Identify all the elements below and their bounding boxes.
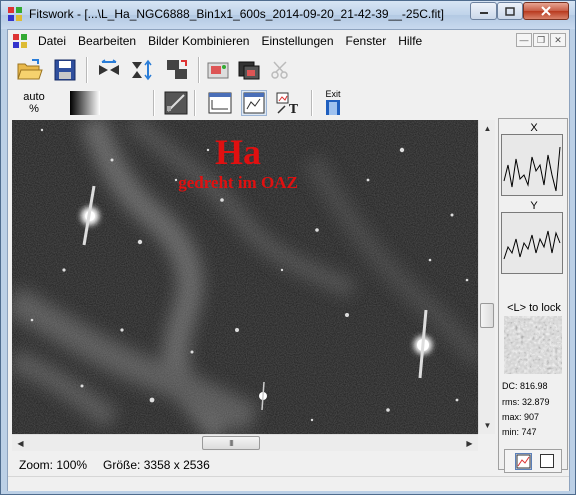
main-toolbar (8, 52, 569, 88)
flip-horizontal-button[interactable] (96, 57, 122, 83)
auto-unit: % (29, 103, 39, 115)
exit-door-icon (326, 100, 340, 115)
y-profile-label: Y (530, 200, 538, 212)
exit-label: Exit (325, 89, 341, 99)
toolbar-separator (86, 57, 88, 83)
flip-vertical-button[interactable] (130, 57, 156, 83)
zoom-status: Zoom: 100% (19, 458, 88, 472)
title-bar[interactable]: Fitswork - [...\L_Ha_NGC6888_Bin1x1_600s… (1, 1, 575, 29)
histogram-view-button[interactable] (515, 453, 532, 470)
save-disk-icon (54, 59, 76, 81)
toolbar-separator (194, 90, 196, 116)
vertical-scroll-thumb[interactable] (480, 303, 494, 328)
x-profile-graph (503, 146, 561, 192)
profile-panel: X Y <L> to lock DC: 816.98 rms: 32.879 m… (498, 118, 568, 470)
overlay-subtitle: gedreht im OAZ (178, 173, 298, 192)
minimize-button[interactable] (470, 2, 497, 20)
menu-bearbeiten[interactable]: Bearbeiten (72, 34, 142, 48)
exit-button[interactable]: Exit (320, 89, 346, 117)
menu-fenster[interactable]: Fenster (340, 34, 393, 48)
rotate-icon (167, 60, 187, 79)
y-profile-graph (503, 230, 561, 260)
menu-bar: Datei Bearbeiten Bilder Kombinieren Eins… (8, 30, 569, 52)
mdi-minimize-button[interactable]: — (516, 33, 532, 47)
scroll-left-arrow-icon[interactable]: ◀ (12, 435, 29, 452)
image-view-icon (516, 454, 531, 469)
image-size-status: Größe: 3358 x 2536 (103, 458, 210, 472)
stat-min: min: 747 (502, 427, 537, 437)
window-title: Fitswork - [...\L_Ha_NGC6888_Bin1x1_600s… (29, 7, 444, 21)
histogram-tool-button[interactable] (163, 90, 189, 116)
mdi-restore-button[interactable]: ❐ (533, 33, 549, 47)
screenshot-button[interactable] (205, 57, 231, 83)
rotate-button[interactable] (164, 57, 190, 83)
window-bottom-strip (8, 476, 569, 491)
toolbar-separator (153, 90, 155, 116)
flip-horizontal-icon (99, 59, 119, 75)
status-bar: Zoom: 100% Größe: 3358 x 2536 (8, 454, 498, 476)
x-profile-label: X (530, 122, 538, 134)
scroll-down-arrow-icon[interactable]: ▼ (479, 417, 496, 434)
y-profile-plot (501, 212, 563, 274)
document-icon[interactable] (12, 33, 28, 49)
minimize-icon (479, 12, 488, 14)
scissors-icon (271, 61, 288, 79)
fitswork-app-icon (8, 7, 22, 21)
image-copy-button[interactable] (236, 57, 262, 83)
menu-bilder-kombinieren[interactable]: Bilder Kombinieren (142, 34, 255, 48)
stat-rms: rms: 32.879 (502, 397, 550, 407)
camera-icon (207, 62, 229, 79)
menu-einstellungen[interactable]: Einstellungen (255, 34, 339, 48)
image-window-icon (208, 92, 232, 114)
minimize-icon: — (519, 35, 529, 45)
scroll-right-arrow-icon[interactable]: ▶ (461, 435, 478, 452)
x-profile-plot (501, 134, 563, 196)
save-button[interactable] (52, 57, 78, 83)
restore-icon: ❐ (536, 34, 546, 45)
client-area: Datei Bearbeiten Bilder Kombinieren Eins… (7, 29, 570, 491)
graph-window-icon (243, 92, 265, 114)
stat-max: max: 907 (502, 412, 540, 422)
menu-hilfe[interactable]: Hilfe (392, 34, 428, 48)
star-zoom-preview (504, 316, 562, 374)
menu-datei[interactable]: Datei (32, 34, 72, 48)
histogram-tool-icon (164, 91, 188, 115)
text-overlay-icon: T (276, 92, 298, 115)
secondary-toolbar: auto % T Exit (8, 88, 569, 120)
graph-window-button[interactable] (241, 90, 267, 116)
auto-label: auto (23, 91, 45, 103)
gradient-button[interactable] (70, 91, 100, 115)
text-overlay-button[interactable]: T (276, 90, 302, 116)
scroll-grip: III (229, 438, 234, 448)
vertical-scrollbar[interactable]: ▲ ▼ (478, 120, 495, 434)
close-icon: ✕ (554, 34, 562, 45)
open-button[interactable] (17, 57, 43, 83)
scroll-up-arrow-icon[interactable]: ▲ (479, 120, 496, 137)
mdi-close-button[interactable]: ✕ (550, 33, 566, 47)
lock-hint: <L> to lock (507, 302, 561, 314)
close-icon (541, 6, 551, 16)
close-button[interactable] (523, 2, 569, 20)
application-window: Fitswork - [...\L_Ha_NGC6888_Bin1x1_600s… (0, 0, 576, 495)
open-folder-icon (17, 59, 43, 80)
panel-tools (504, 449, 562, 473)
flip-vertical-icon (132, 59, 152, 81)
auto-stretch-button[interactable]: auto % (19, 91, 49, 117)
svg-text:T: T (289, 102, 298, 115)
astro-image-view[interactable]: Ha gedreht im OAZ (12, 120, 478, 434)
toolbar-separator (198, 57, 200, 83)
maximize-icon (505, 6, 515, 16)
maximize-button[interactable] (497, 2, 523, 20)
pixel-preview (504, 316, 562, 374)
blank-view-button[interactable] (540, 454, 554, 468)
image-copy-icon (238, 61, 260, 80)
image-window-button[interactable] (207, 90, 233, 116)
stat-dc: DC: 816.98 (502, 381, 548, 391)
toolbar-separator (311, 90, 313, 116)
tools-disabled-button[interactable] (267, 57, 293, 83)
horizontal-scroll-thumb[interactable]: III (202, 436, 260, 450)
horizontal-scrollbar[interactable]: ◀ III ▶ (12, 434, 478, 451)
overlay-title: Ha (214, 132, 261, 172)
